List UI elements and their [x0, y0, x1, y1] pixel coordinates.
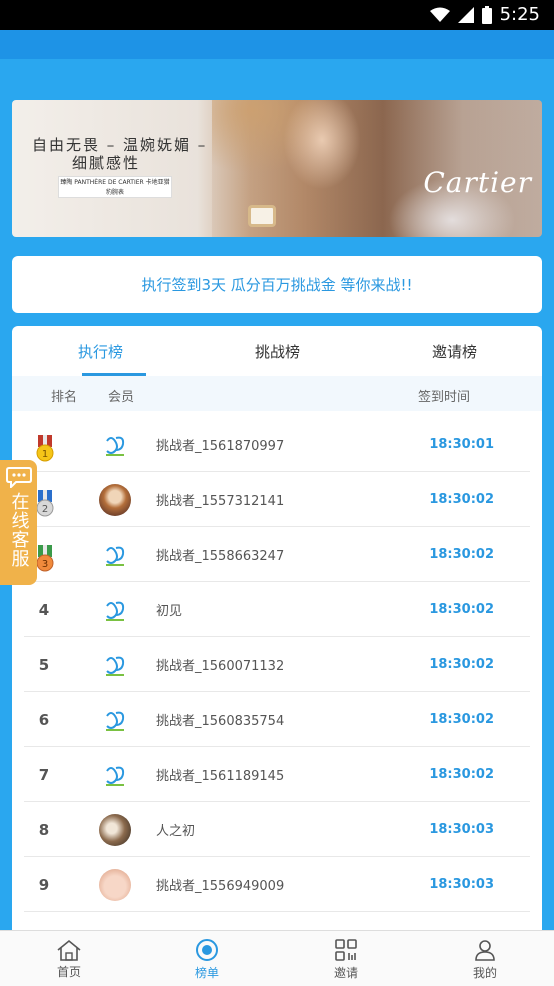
avatar	[99, 594, 131, 626]
rank-number: 8	[38, 820, 50, 839]
promo-text: 执行签到3天 瓜分百万挑战金 等你来战!!	[141, 276, 413, 294]
leaderboard-card: 执行榜 挑战榜 邀请榜 排名 会员 签到时间 1 挑战者_1561870997 …	[12, 326, 542, 986]
checkin-time: 18:30:03	[429, 822, 494, 837]
grid-icon	[335, 938, 357, 961]
checkin-time: 18:30:03	[429, 877, 494, 892]
banner-tag: 臻陶 PANTHÈRE DE CARTIER 卡地亚猎豹腕表	[58, 176, 172, 198]
nav-label: 我的	[472, 965, 497, 980]
bronze-medal-icon: 3	[36, 545, 54, 572]
member-name: 挑战者_1561189145	[156, 769, 285, 784]
rank-number: 5	[38, 655, 50, 674]
rank-number: 4	[38, 600, 50, 619]
member-name: 人之初	[156, 824, 196, 839]
nav-label: 首页	[56, 964, 81, 979]
member-name: 挑战者_1557312141	[156, 494, 285, 509]
wifi-icon	[429, 7, 450, 22]
header-time: 签到时间	[418, 390, 471, 405]
app-logo-icon	[106, 546, 125, 566]
avatar	[99, 869, 131, 901]
user-icon	[475, 939, 495, 961]
customer-service-button[interactable]: 在线客服	[0, 460, 37, 585]
nav-home[interactable]: 首页	[0, 931, 138, 986]
silver-medal-icon: 2	[36, 490, 54, 517]
status-icons: 5:25	[429, 4, 540, 25]
avatar	[99, 429, 131, 461]
bottom-navigation: 首页 榜单 邀请 我的	[0, 930, 554, 986]
battery-icon	[481, 5, 492, 24]
header-member: 会员	[108, 390, 135, 405]
watch-image	[248, 205, 276, 227]
tab-challenge[interactable]: 挑战榜	[189, 326, 366, 376]
member-name: 挑战者_1558663247	[156, 549, 285, 564]
table-row[interactable]: 7 挑战者_1561189145 18:30:02	[24, 747, 530, 802]
avatar	[99, 539, 131, 571]
app-logo-icon	[106, 656, 125, 676]
svg-text:1: 1	[42, 449, 48, 460]
chat-bubble-icon	[5, 467, 32, 488]
rank-number: 9	[38, 875, 50, 894]
checkin-time: 18:30:02	[429, 657, 494, 672]
leaderboard-tabs: 执行榜 挑战榜 邀请榜	[12, 326, 542, 376]
member-name: 初见	[156, 604, 183, 619]
rank-number: 6	[38, 710, 50, 729]
svg-text:2: 2	[42, 504, 48, 515]
nav-label: 邀请	[333, 965, 358, 980]
nav-label: 榜单	[194, 965, 219, 980]
app-logo-icon	[106, 601, 125, 621]
app-logo-icon	[106, 766, 125, 786]
header-rank: 排名	[51, 390, 78, 405]
checkin-time: 18:30:02	[429, 712, 494, 727]
avatar	[99, 649, 131, 681]
checkin-time: 18:30:01	[429, 437, 494, 452]
checkin-time: 18:30:02	[429, 767, 494, 782]
tab-invite[interactable]: 邀请榜	[366, 326, 542, 376]
table-row[interactable]: 6 挑战者_1560835754 18:30:02	[24, 692, 530, 747]
checkin-time: 18:30:02	[429, 492, 494, 507]
ad-banner[interactable]: 自由无畏 – 温婉妩媚 – 细腻感性 臻陶 PANTHÈRE DE CARTIE…	[12, 100, 542, 237]
home-icon	[57, 939, 81, 961]
table-row[interactable]: 1 挑战者_1561870997 18:30:01	[24, 417, 530, 472]
checkin-time: 18:30:02	[429, 602, 494, 617]
signal-icon	[457, 6, 474, 23]
member-name: 挑战者_1556949009	[156, 879, 285, 894]
tab-execution[interactable]: 执行榜	[12, 326, 189, 376]
member-name: 挑战者_1560835754	[156, 714, 285, 729]
app-bar	[0, 30, 554, 59]
avatar	[99, 704, 131, 736]
table-row[interactable]: 9 挑战者_1556949009 18:30:03	[24, 857, 530, 912]
gold-medal-icon: 1	[36, 435, 54, 462]
table-row[interactable]: 2 挑战者_1557312141 18:30:02	[24, 472, 530, 527]
status-time: 5:25	[499, 4, 540, 25]
promo-notice[interactable]: 执行签到3天 瓜分百万挑战金 等你来战!!	[12, 256, 542, 313]
customer-service-label: 在线客服	[8, 492, 30, 568]
table-row[interactable]: 8 人之初 18:30:03	[24, 802, 530, 857]
checkin-time: 18:30:02	[429, 547, 494, 562]
member-name: 挑战者_1561870997	[156, 439, 285, 454]
table-row[interactable]: 5 挑战者_1560071132 18:30:02	[24, 637, 530, 692]
member-name: 挑战者_1560071132	[156, 659, 285, 674]
table-row[interactable]: 4 初见 18:30:02	[24, 582, 530, 637]
rank-number: 7	[38, 765, 50, 784]
nav-ranking[interactable]: 榜单	[138, 931, 276, 986]
ranking-icon	[196, 938, 218, 961]
app-logo-icon	[106, 711, 125, 731]
table-header: 排名 会员 签到时间	[12, 376, 542, 411]
banner-brand-logo: Cartier	[423, 166, 532, 199]
svg-text:3: 3	[42, 559, 48, 570]
avatar	[99, 759, 131, 791]
banner-subheadline: 细腻感性	[72, 154, 141, 172]
nav-invite[interactable]: 邀请	[277, 931, 415, 986]
nav-profile[interactable]: 我的	[416, 931, 554, 986]
app-logo-icon	[106, 436, 125, 456]
avatar	[99, 814, 131, 846]
table-row[interactable]: 3 挑战者_1558663247 18:30:02	[24, 527, 530, 582]
avatar	[99, 484, 131, 516]
status-bar: 5:25	[0, 0, 554, 30]
